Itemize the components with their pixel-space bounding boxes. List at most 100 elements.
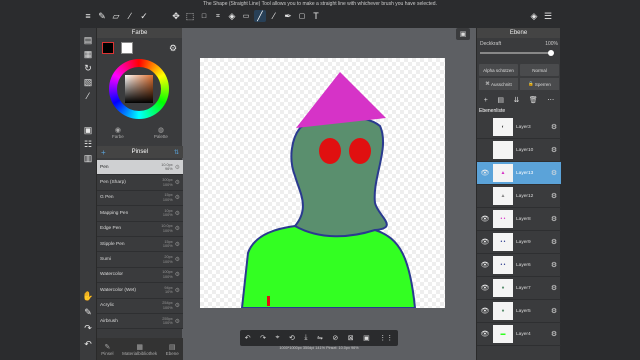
- layers-icon[interactable]: ◈: [528, 10, 540, 22]
- alpha-lock-button[interactable]: Alpha schützen: [479, 64, 518, 76]
- magic-wand-icon[interactable]: ⌗: [212, 10, 224, 22]
- layer-row[interactable]: 👁 ● Layer7 ⚙: [477, 277, 561, 300]
- tab-color[interactable]: ◉ Farbe: [112, 126, 124, 144]
- lock-button[interactable]: 🔒 Sperren: [520, 78, 559, 90]
- ruler-icon[interactable]: ▧: [82, 76, 94, 88]
- brush-settings-icon[interactable]: ⚙: [175, 287, 180, 294]
- move-icon[interactable]: ✥: [170, 10, 182, 22]
- canvas-toggle-icon[interactable]: ▦: [82, 48, 94, 60]
- palette-side-icon[interactable]: ▥: [82, 152, 94, 164]
- eye-icon[interactable]: 👁: [477, 307, 493, 315]
- undo-side-icon[interactable]: ↶: [82, 338, 94, 350]
- eye-icon[interactable]: 👁: [477, 330, 493, 338]
- snap-icon[interactable]: ⌖: [276, 334, 280, 342]
- layer-row[interactable]: 👁 ● Layer5 ⚙: [477, 300, 561, 323]
- redo-icon[interactable]: ↷: [260, 334, 266, 342]
- brush-item[interactable]: Mapping Pen 10px 100% ⚙: [97, 206, 183, 222]
- layers-toggle-icon[interactable]: ▤: [82, 34, 94, 46]
- layer-row[interactable]: Layer10 ⚙: [477, 139, 561, 162]
- tab-material[interactable]: ▦ Materialbibliothek: [122, 343, 157, 356]
- opacity-slider[interactable]: [480, 50, 554, 56]
- menu-icon[interactable]: ≡: [82, 10, 94, 22]
- tab-palette[interactable]: ◍ Palette: [154, 126, 168, 144]
- pen-tool-icon[interactable]: ✒: [282, 10, 294, 22]
- layer-row[interactable]: 👁 • • Layer9 ⚙: [477, 231, 561, 254]
- layer-row[interactable]: ◐ Layer3 ⚙: [477, 116, 561, 139]
- brush-settings-icon[interactable]: ⚙: [175, 194, 180, 201]
- brush-item[interactable]: Sumi 20px 100% ⚙: [97, 252, 183, 268]
- flip-icon[interactable]: ⇋: [317, 334, 323, 342]
- clip-button[interactable]: ⌘ Ausschnitt: [479, 78, 518, 90]
- eyedropper-side-icon[interactable]: ⁄: [82, 90, 94, 102]
- drawing-canvas[interactable]: [200, 58, 445, 309]
- eye-icon[interactable]: 👁: [477, 238, 493, 246]
- merge-layer-icon[interactable]: ⇊: [513, 96, 519, 104]
- add-folder-icon[interactable]: ▤: [497, 96, 504, 104]
- eye-icon[interactable]: 👁: [477, 215, 493, 223]
- hand-icon[interactable]: ✋: [82, 290, 94, 302]
- layer-settings-icon[interactable]: ⚙: [547, 284, 561, 292]
- eye-icon[interactable]: 👁: [477, 261, 493, 269]
- list-icon[interactable]: ☷: [82, 138, 94, 150]
- brush-item[interactable]: Edge Pen 10.0px 100% ⚙: [97, 221, 183, 237]
- fill-icon[interactable]: ◈: [226, 10, 238, 22]
- saturation-value-square[interactable]: [125, 75, 153, 103]
- layer-settings-icon[interactable]: ⚙: [547, 192, 561, 200]
- eraser-icon[interactable]: ▱: [110, 10, 122, 22]
- sort-brush-icon[interactable]: ⇅: [174, 149, 179, 156]
- more-menu-icon[interactable]: ☰: [542, 10, 554, 22]
- brush-item[interactable]: Acrylic 254px 100% ⚙: [97, 298, 183, 314]
- pen-side-icon[interactable]: ✎: [82, 306, 94, 318]
- layer-settings-icon[interactable]: ⚙: [547, 307, 561, 315]
- brush-settings-icon[interactable]: ⚙: [175, 179, 180, 186]
- tab-layer[interactable]: ▤ Ebene: [166, 343, 179, 356]
- lasso-icon[interactable]: □: [198, 10, 210, 22]
- secondary-color-swatch[interactable]: [121, 42, 133, 54]
- import-icon[interactable]: ⤓: [304, 334, 307, 342]
- brush-item[interactable]: Watercolor (Wet) 94px 10% ⚙: [97, 283, 183, 299]
- add-brush-icon[interactable]: +: [101, 148, 106, 157]
- layer-settings-icon[interactable]: ⚙: [547, 123, 561, 131]
- brush-settings-icon[interactable]: ⚙: [175, 164, 180, 171]
- layer-settings-icon[interactable]: ⚙: [547, 146, 561, 154]
- selection-icon[interactable]: ✓: [138, 10, 150, 22]
- brush-settings-icon[interactable]: ⚙: [175, 241, 180, 248]
- frame-icon[interactable]: ▢: [296, 10, 308, 22]
- add-layer-icon[interactable]: +: [484, 97, 488, 104]
- save-icon[interactable]: ▣: [363, 334, 370, 342]
- layer-settings-icon[interactable]: ⚙: [547, 169, 561, 177]
- brush-item[interactable]: Watercolor 100px 100% ⚙: [97, 267, 183, 284]
- brush-settings-icon[interactable]: ⚙: [175, 271, 180, 278]
- text-icon[interactable]: T: [310, 10, 322, 22]
- navigator-icon[interactable]: ▣: [456, 28, 470, 40]
- undo-icon[interactable]: ↶: [245, 334, 251, 342]
- color-wheel[interactable]: [109, 59, 169, 119]
- brush-settings-icon[interactable]: ⚙: [175, 302, 180, 309]
- transform-icon[interactable]: ⬚: [184, 10, 196, 22]
- layer-settings-icon[interactable]: ⚙: [547, 238, 561, 246]
- brush-settings-icon[interactable]: ⚙: [175, 318, 180, 325]
- rotate-icon[interactable]: ⟲: [289, 334, 295, 342]
- color-settings-icon[interactable]: ⚙: [167, 42, 179, 54]
- opacity-slider-handle[interactable]: [548, 50, 554, 56]
- brush-settings-icon[interactable]: ⚙: [175, 225, 180, 232]
- delete-layer-icon[interactable]: 🗑: [529, 96, 538, 104]
- blend-mode-select[interactable]: Normal: [520, 64, 559, 76]
- brush-settings-icon[interactable]: ⚙: [175, 256, 180, 263]
- history-icon[interactable]: ↻: [82, 62, 94, 74]
- smudge-icon[interactable]: ∕: [124, 10, 136, 22]
- color-panel-icon[interactable]: ▣: [82, 124, 94, 136]
- brush-item[interactable]: Stipple Pen 15px 100% ⚙: [97, 236, 183, 253]
- grid-icon[interactable]: ⋮⋮: [379, 334, 393, 342]
- gradient-icon[interactable]: ▭: [240, 10, 252, 22]
- brush-item[interactable]: Airbrush 255px 100% ⚙: [97, 313, 183, 330]
- layer-row[interactable]: 👁 ▲ Layer13 ⚙: [477, 162, 561, 185]
- layer-settings-icon[interactable]: ⚙: [547, 261, 561, 269]
- brush-settings-icon[interactable]: ⚙: [175, 210, 180, 217]
- layer-row[interactable]: ▲ Layer12 ⚙: [477, 185, 561, 208]
- deselect-icon[interactable]: ⊠: [348, 334, 354, 342]
- eye-icon[interactable]: 👁: [477, 284, 493, 292]
- primary-color-swatch[interactable]: [102, 42, 114, 54]
- redo-side-icon[interactable]: ↷: [82, 322, 94, 334]
- layer-settings-icon[interactable]: ⚙: [547, 215, 561, 223]
